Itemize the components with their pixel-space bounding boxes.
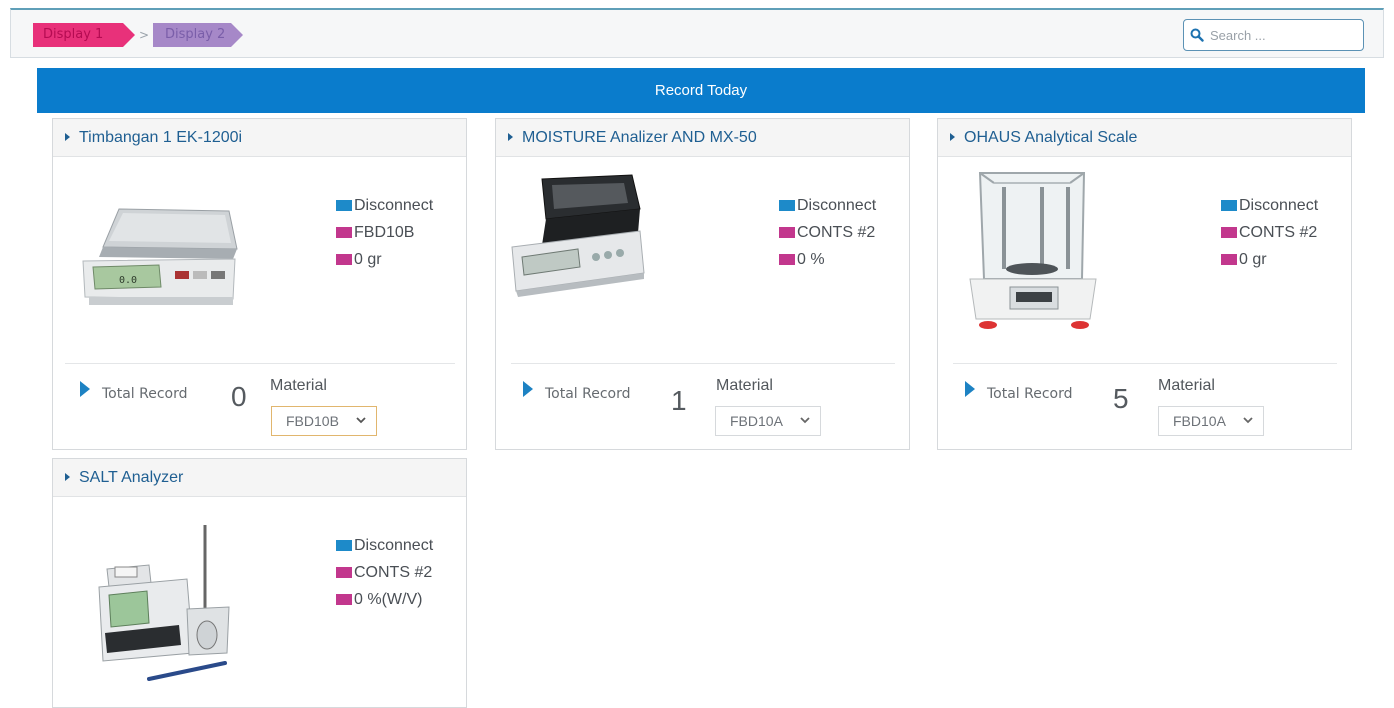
status-swatch xyxy=(779,200,795,211)
breadcrumb-separator-icon: > xyxy=(139,28,150,42)
material-selected-value: FBD10A xyxy=(1173,413,1226,429)
card-header[interactable]: MOISTURE Analizer AND MX-50 xyxy=(496,119,909,157)
status-legend: Disconnect CONTS #2 0 gr xyxy=(1221,192,1318,273)
connection-status: Disconnect xyxy=(354,537,434,554)
card-header[interactable]: OHAUS Analytical Scale xyxy=(938,119,1351,157)
batch-code: CONTS #2 xyxy=(797,224,876,241)
divider xyxy=(65,363,455,364)
caret-right-icon[interactable] xyxy=(80,381,90,397)
material-selected-value: FBD10B xyxy=(286,413,339,429)
status-swatch xyxy=(336,200,352,211)
status-swatch xyxy=(1221,200,1237,211)
connection-status: Disconnect xyxy=(354,197,434,214)
caret-right-icon xyxy=(65,473,70,481)
material-label: Material xyxy=(716,377,773,394)
reading-swatch xyxy=(1221,254,1237,265)
chevron-down-icon xyxy=(1243,417,1253,424)
card-footer: Total Record 0 Material FBD10B xyxy=(53,369,466,439)
reading-swatch xyxy=(336,254,352,265)
material-label: Material xyxy=(270,377,327,394)
batch-code: CONTS #2 xyxy=(354,564,433,581)
material-select[interactable]: FBD10A xyxy=(1158,406,1264,436)
card-footer: Total Record 5 Material FBD10A xyxy=(938,369,1351,439)
device-card-moisture: MOISTURE Analizer AND MX-50 Disconnect C… xyxy=(495,118,910,450)
batch-code: FBD10B xyxy=(354,224,415,241)
card-title: OHAUS Analytical Scale xyxy=(964,129,1138,146)
salt-analyzer-icon xyxy=(98,525,230,681)
card-title: Timbangan 1 EK-1200i xyxy=(79,129,243,146)
material-select[interactable]: FBD10B xyxy=(271,406,377,436)
reading-value: 0 % xyxy=(797,251,825,268)
connection-status: Disconnect xyxy=(1239,197,1319,214)
analytical-balance-icon xyxy=(969,172,1097,329)
scale-icon: 0.0 xyxy=(82,208,238,305)
caret-right-icon xyxy=(950,133,955,141)
divider xyxy=(953,363,1337,364)
total-record-label: Total Record xyxy=(987,386,1073,402)
caret-right-icon xyxy=(65,133,70,141)
status-legend: Disconnect FBD10B 0 gr xyxy=(336,192,433,273)
divider xyxy=(511,363,895,364)
card-title: SALT Analyzer xyxy=(79,469,184,486)
reading-swatch xyxy=(336,594,352,605)
status-legend: Disconnect CONTS #2 0 % xyxy=(779,192,876,273)
status-swatch xyxy=(336,540,352,551)
device-card-salt: SALT Analyzer Disconnect CONTS #2 0 %(W/… xyxy=(52,458,467,708)
card-title: MOISTURE Analizer AND MX-50 xyxy=(522,129,757,146)
total-record-count: 1 xyxy=(671,385,687,416)
total-record-count: 0 xyxy=(231,381,247,412)
code-swatch xyxy=(1221,227,1237,238)
caret-right-icon[interactable] xyxy=(965,381,975,397)
reading-value: 0 gr xyxy=(354,251,382,268)
reading-value: 0 gr xyxy=(1239,251,1267,268)
chevron-down-icon xyxy=(800,417,810,424)
device-card-ohaus: OHAUS Analytical Scale Disconnect CONTS … xyxy=(937,118,1352,450)
caret-right-icon[interactable] xyxy=(523,381,533,397)
caret-right-icon xyxy=(508,133,513,141)
record-today-banner: Record Today xyxy=(37,68,1365,113)
svg-text:0.0: 0.0 xyxy=(119,275,137,286)
breadcrumb-display-2[interactable]: Display 2 xyxy=(153,23,243,47)
total-record-count: 5 xyxy=(1113,383,1129,414)
breadcrumb-display-1[interactable]: Display 1 xyxy=(33,23,135,47)
connection-status: Disconnect xyxy=(797,197,877,214)
top-bar: Display 1 > Display 2 xyxy=(10,8,1384,58)
card-header[interactable]: Timbangan 1 EK-1200i xyxy=(53,119,466,157)
search-icon xyxy=(1190,28,1204,42)
device-card-timbangan: Timbangan 1 EK-1200i 0.0 Disconnect FBD1… xyxy=(52,118,467,450)
code-swatch xyxy=(336,567,352,578)
search-input[interactable] xyxy=(1210,25,1355,45)
code-swatch xyxy=(336,227,352,238)
material-select[interactable]: FBD10A xyxy=(715,406,821,436)
card-footer: Total Record 1 Material FBD10A xyxy=(496,369,909,439)
reading-value: 0 %(W/V) xyxy=(354,591,423,608)
total-record-label: Total Record xyxy=(545,386,631,402)
batch-code: CONTS #2 xyxy=(1239,224,1318,241)
code-swatch xyxy=(779,227,795,238)
material-selected-value: FBD10A xyxy=(730,413,783,429)
total-record-label: Total Record xyxy=(102,386,188,402)
search-box[interactable] xyxy=(1183,19,1364,51)
material-label: Material xyxy=(1158,377,1215,394)
moisture-analyzer-icon xyxy=(511,174,645,297)
reading-swatch xyxy=(779,254,795,265)
chevron-down-icon xyxy=(356,417,366,424)
card-header[interactable]: SALT Analyzer xyxy=(53,459,466,497)
status-legend: Disconnect CONTS #2 0 %(W/V) xyxy=(336,532,433,613)
